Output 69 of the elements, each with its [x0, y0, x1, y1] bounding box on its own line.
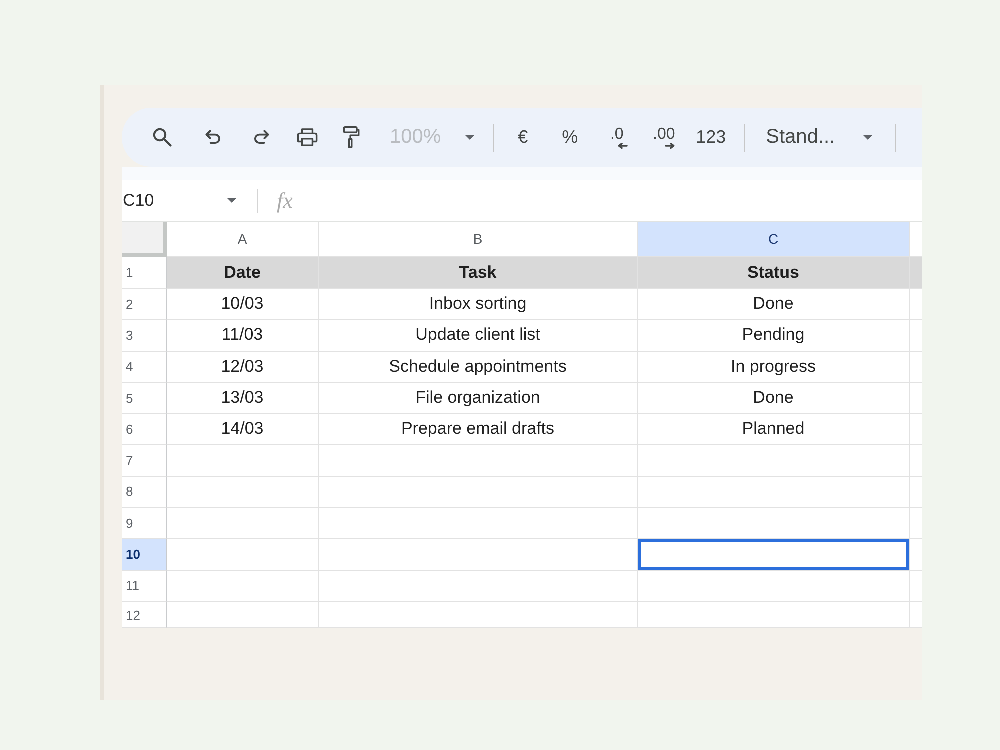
row-header[interactable]: 11 — [122, 570, 167, 602]
table-cell[interactable]: Pending — [638, 320, 910, 352]
function-label: fx — [277, 190, 293, 212]
column-header[interactable]: A — [167, 222, 319, 257]
format-button[interactable]: € — [505, 120, 542, 156]
redo-icon[interactable] — [253, 130, 270, 145]
table-cell[interactable] — [638, 570, 910, 602]
row-header[interactable]: 8 — [122, 476, 167, 508]
increase-decimal-button[interactable]: .00 — [646, 120, 682, 156]
row-header[interactable]: 5 — [122, 382, 167, 414]
table-cell[interactable]: 11/03 — [167, 320, 319, 352]
table-cell[interactable]: Prepare email drafts — [319, 414, 638, 446]
table-cell[interactable]: 14/03 — [167, 414, 319, 446]
caret-icon — [227, 198, 237, 203]
arrow-right-icon — [665, 142, 676, 148]
row-header[interactable]: 3 — [122, 320, 167, 352]
format-button[interactable]: 123 — [693, 120, 730, 156]
table-cell[interactable] — [319, 508, 638, 540]
table-cell[interactable]: Inbox sorting — [319, 289, 638, 320]
format-button[interactable]: % — [552, 120, 588, 156]
table-cell[interactable]: Task — [319, 257, 638, 289]
table-cell[interactable] — [167, 508, 319, 540]
undo-icon[interactable] — [205, 130, 222, 145]
arrow-left-icon — [618, 142, 628, 148]
column-header[interactable]: B — [319, 222, 638, 257]
table-cell[interactable] — [319, 570, 638, 602]
table-cell[interactable] — [638, 445, 910, 477]
print-icon[interactable] — [297, 128, 318, 147]
table-cell[interactable]: Status — [638, 257, 910, 289]
column-header[interactable]: C — [638, 222, 910, 257]
caret-icon — [863, 135, 874, 140]
table-cell[interactable]: Update client list — [319, 320, 638, 352]
row-header[interactable]: 6 — [122, 414, 167, 446]
table-cell[interactable] — [167, 476, 319, 508]
name-box[interactable]: C10 — [122, 186, 242, 216]
table-cell[interactable]: File organization — [319, 382, 638, 414]
decrease-decimal-button[interactable]: .0 — [599, 120, 636, 156]
table-cell[interactable]: 12/03 — [167, 352, 319, 383]
font-dropdown[interactable]: Stand... — [758, 120, 882, 156]
table-cell[interactable]: Schedule appointments — [319, 352, 638, 383]
table-cell[interactable]: In progress — [638, 352, 910, 383]
table-cell[interactable] — [319, 602, 638, 628]
row-header[interactable]: 4 — [122, 352, 167, 383]
table-cell[interactable] — [167, 539, 319, 571]
table-cell[interactable]: Done — [638, 289, 910, 320]
table-cell[interactable]: 13/03 — [167, 382, 319, 414]
table-cell[interactable]: Date — [167, 257, 319, 289]
table-cell[interactable] — [910, 257, 922, 289]
table-cell[interactable] — [319, 539, 638, 571]
caret-icon — [465, 135, 476, 140]
row-header[interactable]: 7 — [122, 445, 167, 477]
table-cell[interactable]: 10/03 — [167, 289, 319, 320]
table-cell[interactable] — [638, 476, 910, 508]
table-cell[interactable] — [167, 570, 319, 602]
table-cell[interactable] — [167, 602, 319, 628]
table-cell[interactable] — [638, 602, 910, 628]
table-cell[interactable] — [319, 476, 638, 508]
paint-roller-icon[interactable] — [343, 126, 360, 149]
row-header[interactable]: 12 — [122, 602, 167, 628]
row-header[interactable]: 10 — [122, 539, 167, 571]
table-cell[interactable] — [319, 445, 638, 477]
row-header[interactable]: 2 — [122, 289, 167, 320]
table-cell[interactable] — [638, 508, 910, 540]
search-icon[interactable] — [153, 128, 172, 147]
table-cell[interactable]: Done — [638, 382, 910, 414]
select-all-corner[interactable] — [122, 222, 167, 257]
table-cell[interactable] — [167, 445, 319, 477]
table-cell[interactable]: Planned — [638, 414, 910, 446]
selected-cell[interactable] — [638, 539, 910, 571]
